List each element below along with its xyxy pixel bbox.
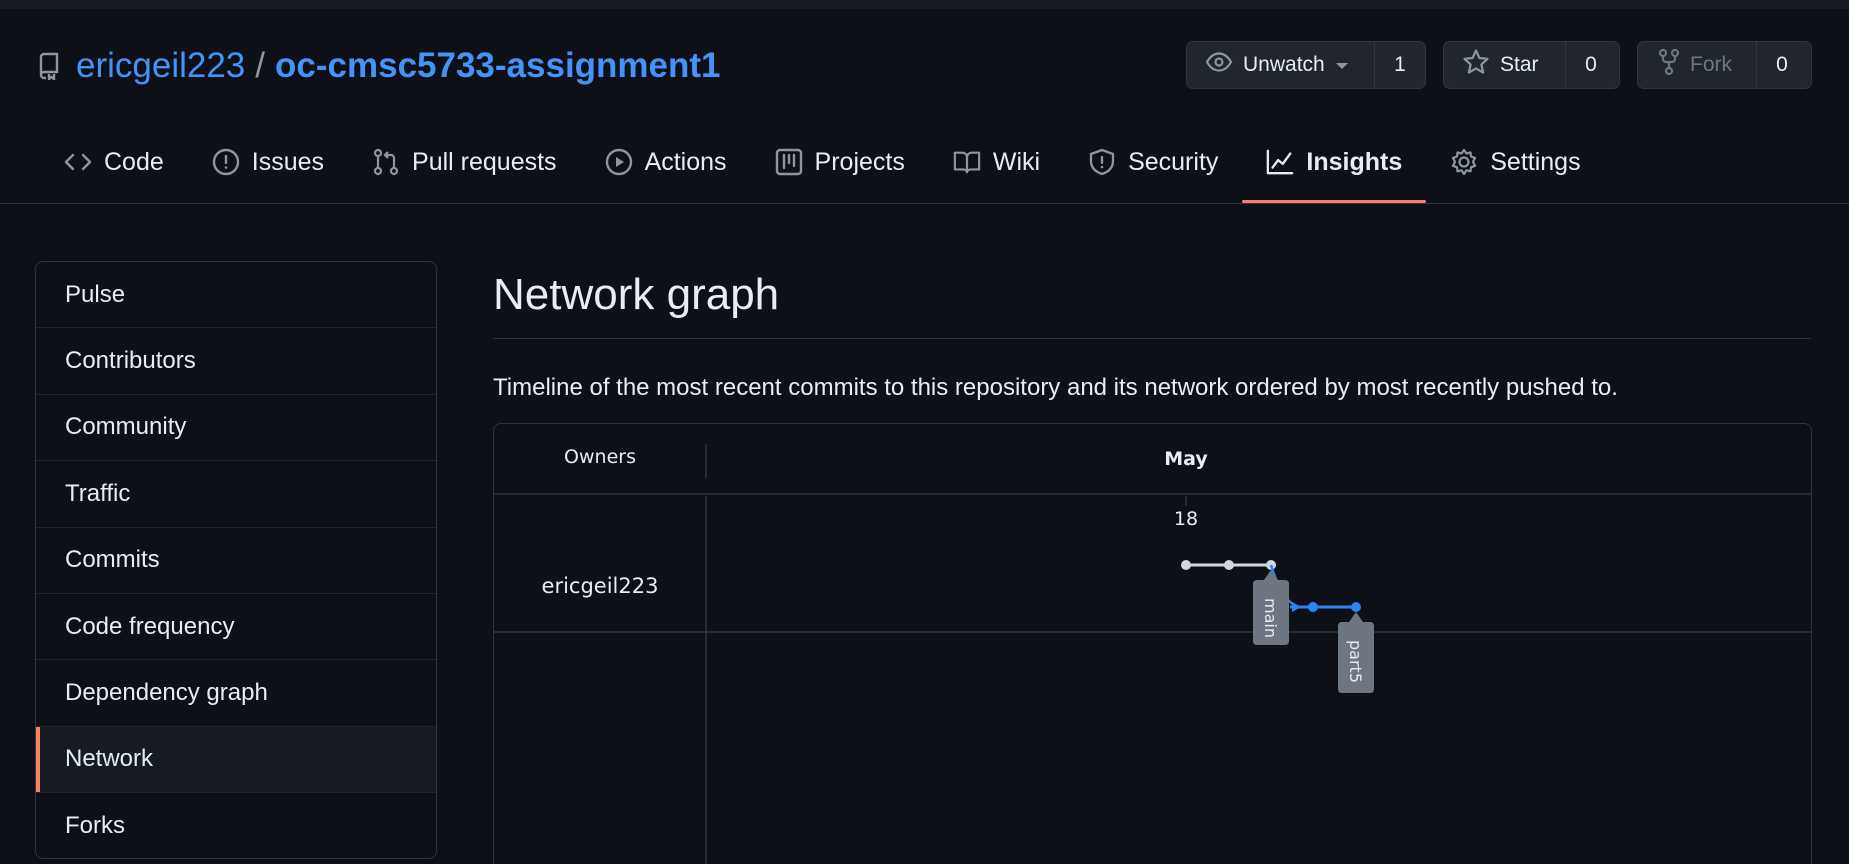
- title-divider: [493, 338, 1811, 339]
- star-group: Star 0: [1443, 41, 1620, 89]
- fork-group: Fork 0: [1637, 41, 1812, 89]
- sidebar-item-forks[interactable]: Forks: [36, 793, 436, 858]
- fork-count[interactable]: 0: [1757, 42, 1807, 88]
- main-branch-label: main: [1261, 598, 1280, 638]
- graph-icon: [1266, 148, 1294, 176]
- star-icon: [1462, 48, 1490, 82]
- repo-icon: [36, 51, 62, 81]
- tab-projects[interactable]: Projects: [751, 136, 929, 188]
- sidebar-item-code-frequency[interactable]: Code frequency: [36, 594, 436, 661]
- insights-sidebar: Pulse Contributors Community Traffic Com…: [35, 261, 437, 859]
- sidebar-item-commits[interactable]: Commits: [36, 528, 436, 594]
- issue-icon: [212, 148, 240, 176]
- play-icon: [605, 148, 633, 176]
- month-label: May: [1164, 448, 1208, 470]
- sidebar-item-traffic[interactable]: Traffic: [36, 461, 436, 528]
- repo-owner-link[interactable]: ericgeil223: [76, 46, 245, 86]
- star-button[interactable]: Star: [1444, 42, 1566, 88]
- sidebar-item-community[interactable]: Community: [36, 395, 436, 462]
- day-label: 18: [1173, 508, 1199, 530]
- branch-arrow: [1292, 602, 1301, 612]
- part5-branch-label: part5: [1346, 640, 1365, 683]
- commit-dot: [1224, 560, 1234, 570]
- sidebar-item-network[interactable]: Network: [36, 726, 436, 794]
- pull-request-icon: [372, 148, 400, 176]
- repo-title: ericgeil223 / oc-cmsc5733-assignment1: [76, 46, 721, 86]
- tab-label: Projects: [814, 147, 905, 176]
- sidebar-item-pulse[interactable]: Pulse: [36, 262, 436, 329]
- star-label: Star: [1500, 53, 1539, 76]
- network-graph[interactable]: main part5 Owners May 18 ericgeil223: [493, 423, 1812, 864]
- watch-group: Unwatch 1: [1186, 41, 1426, 89]
- tab-label: Actions: [644, 147, 727, 176]
- star-count[interactable]: 0: [1566, 42, 1616, 88]
- watch-count[interactable]: 1: [1375, 42, 1425, 88]
- eye-icon: [1205, 52, 1233, 78]
- tab-label: Insights: [1306, 147, 1403, 176]
- tab-label: Code: [104, 147, 164, 176]
- tab-actions[interactable]: Actions: [581, 136, 751, 188]
- owner-name[interactable]: ericgeil223: [494, 574, 706, 598]
- tab-code[interactable]: Code: [40, 136, 188, 188]
- tab-wiki[interactable]: Wiki: [929, 136, 1064, 188]
- caret-down-icon: [1335, 53, 1349, 77]
- page-description: Timeline of the most recent commits to t…: [493, 374, 1618, 401]
- tab-label: Security: [1128, 147, 1219, 176]
- top-strip: [0, 0, 1849, 9]
- network-graph-canvas: main part5: [494, 444, 1811, 864]
- unwatch-label: Unwatch: [1243, 53, 1325, 76]
- owners-header: Owners: [564, 446, 636, 468]
- tab-pull-requests[interactable]: Pull requests: [348, 136, 581, 188]
- repo-tabs: Code Issues Pull requests Actions Projec…: [40, 136, 1605, 204]
- tab-label: Settings: [1490, 147, 1581, 176]
- tab-label: Wiki: [992, 147, 1041, 176]
- commit-dot: [1351, 602, 1361, 612]
- tabs-divider: [0, 203, 1849, 204]
- book-icon: [953, 148, 981, 176]
- tab-settings[interactable]: Settings: [1426, 136, 1604, 188]
- tab-label: Pull requests: [412, 147, 557, 176]
- tab-security[interactable]: Security: [1064, 136, 1242, 188]
- commit-dot: [1181, 560, 1191, 570]
- sidebar-item-contributors[interactable]: Contributors: [36, 328, 436, 395]
- fork-label: Fork: [1690, 53, 1732, 76]
- page-title: Network graph: [493, 270, 780, 319]
- fork-button[interactable]: Fork: [1638, 42, 1757, 88]
- unwatch-button[interactable]: Unwatch: [1187, 42, 1375, 88]
- commit-dot: [1308, 602, 1318, 612]
- repo-header: ericgeil223 / oc-cmsc5733-assignment1: [36, 42, 721, 90]
- repo-separator: /: [255, 46, 266, 85]
- code-icon: [64, 148, 92, 176]
- gear-icon: [1450, 148, 1478, 176]
- shield-icon: [1088, 148, 1116, 176]
- repo-name-link[interactable]: oc-cmsc5733-assignment1: [275, 46, 721, 86]
- tab-issues[interactable]: Issues: [188, 136, 348, 188]
- fork-icon: [1658, 48, 1680, 82]
- tab-label: Issues: [251, 147, 325, 176]
- tab-insights[interactable]: Insights: [1242, 136, 1427, 203]
- sidebar-item-dependency-graph[interactable]: Dependency graph: [36, 660, 436, 727]
- project-icon: [775, 148, 803, 176]
